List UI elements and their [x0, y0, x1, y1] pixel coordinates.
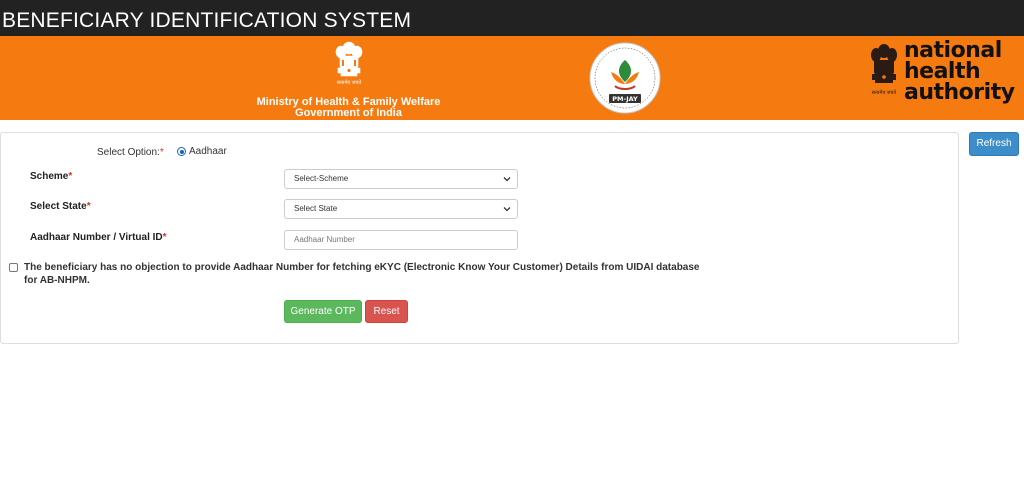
nha-word: authority — [904, 80, 1015, 105]
ministry-name: Ministry of Health & Family Welfare Gove… — [236, 97, 461, 119]
label-text: Select State — [30, 201, 87, 212]
pmjay-logo-icon: PM-JAY — [589, 42, 661, 114]
nha-word: health — [904, 59, 981, 84]
consent-text: The beneficiary has no objection to prov… — [24, 262, 700, 286]
scheme-select[interactable]: Select-Scheme — [284, 169, 518, 189]
state-label: Select State* — [30, 201, 91, 212]
aadhaar-number-input[interactable]: Aadhaar Number — [284, 230, 518, 250]
header-banner: सत्यमेव जयते Ministry of Health & Family… — [0, 36, 1024, 120]
nha-logo-text: national health authority — [904, 38, 1015, 105]
chevron-down-icon — [503, 177, 511, 182]
government-line: Government of India — [295, 107, 402, 119]
scheme-label: Scheme* — [30, 171, 72, 182]
required-mark: * — [86, 201, 91, 212]
state-select-value: Select State — [294, 204, 338, 213]
svg-text:सत्यमेव जयते: सत्यमेव जयते — [337, 79, 362, 86]
required-mark: * — [159, 147, 164, 158]
pmjay-label: PM-JAY — [612, 95, 638, 103]
state-emblem-icon: सत्यमेव जयते — [871, 44, 897, 96]
consent-checkbox[interactable] — [9, 263, 18, 272]
svg-text:सत्यमेव जयते: सत्यमेव जयते — [872, 89, 897, 96]
nha-word: national — [904, 38, 1002, 63]
refresh-button[interactable]: Refresh — [969, 132, 1019, 156]
required-mark: * — [68, 171, 73, 182]
generate-otp-button[interactable]: Generate OTP — [284, 300, 362, 323]
aadhaar-radio-label[interactable]: Aadhaar — [189, 146, 227, 157]
top-bar: BENEFICIARY IDENTIFICATION SYSTEM — [0, 0, 1024, 36]
label-text: Select Option: — [97, 147, 160, 158]
reset-button[interactable]: Reset — [365, 300, 408, 323]
scheme-select-value: Select-Scheme — [294, 174, 349, 183]
aadhaar-number-label: Aadhaar Number / Virtual ID* — [30, 232, 167, 243]
app-title: BENEFICIARY IDENTIFICATION SYSTEM — [2, 9, 412, 32]
label-text: Scheme — [30, 171, 69, 182]
label-text: Aadhaar Number / Virtual ID — [30, 232, 163, 243]
select-option-label: Select Option:* — [97, 147, 164, 158]
required-mark: * — [162, 232, 167, 243]
aadhaar-number-placeholder: Aadhaar Number — [294, 235, 355, 244]
state-emblem-icon: सत्यमेव जयते — [335, 41, 363, 86]
state-select[interactable]: Select State — [284, 199, 518, 219]
aadhaar-radio[interactable] — [177, 147, 186, 156]
chevron-down-icon — [503, 207, 511, 212]
